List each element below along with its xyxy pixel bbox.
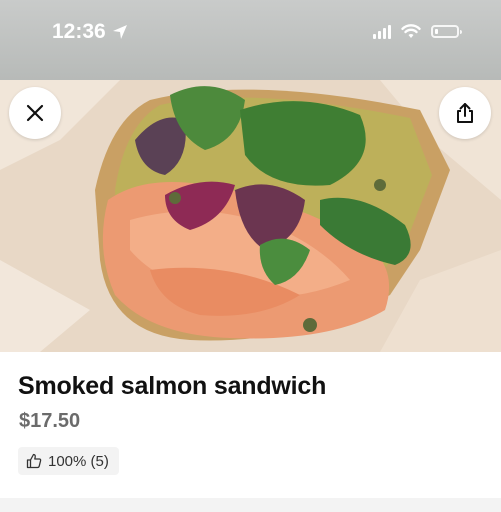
share-button[interactable] xyxy=(439,87,491,139)
rating-badge: 100% (5) xyxy=(18,447,119,475)
status-time: 12:36 xyxy=(52,20,128,44)
close-button[interactable] xyxy=(9,87,61,139)
item-photo xyxy=(0,80,501,352)
thumbs-up-icon xyxy=(26,453,42,469)
item-price: $17.50 xyxy=(19,410,81,432)
cellular-signal-icon xyxy=(373,24,391,39)
battery-level xyxy=(435,29,438,34)
status-icons xyxy=(373,24,462,39)
location-arrow-icon xyxy=(112,25,127,39)
rating-label: 100% (5) xyxy=(48,452,109,470)
battery-icon xyxy=(431,25,462,38)
status-bar: 12:36 xyxy=(0,0,501,80)
time-label: 12:36 xyxy=(52,20,106,43)
section-divider xyxy=(0,498,501,512)
wifi-icon xyxy=(401,24,421,38)
share-icon xyxy=(457,103,473,123)
item-name: Smoked salmon sandwich xyxy=(18,372,327,400)
sandwich-photo xyxy=(0,80,501,352)
close-icon xyxy=(26,104,44,122)
item-details: Smoked salmon sandwich $17.50 100% (5) xyxy=(0,352,501,512)
